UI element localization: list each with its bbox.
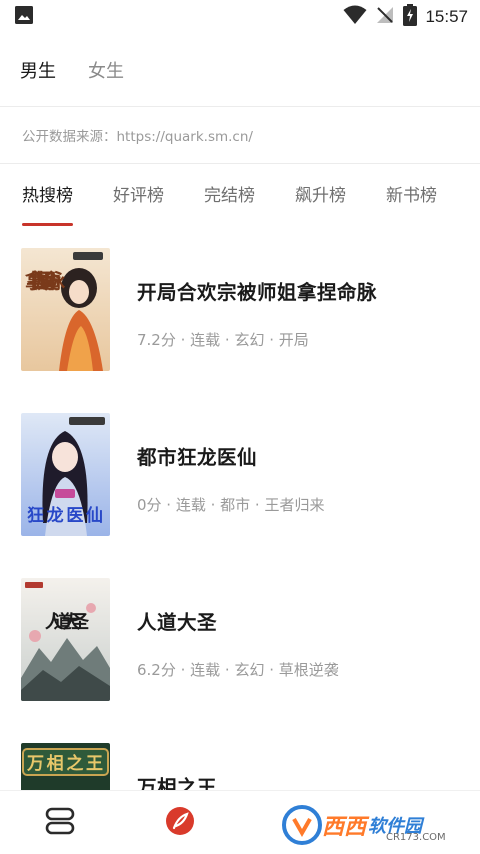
tab-hot-search[interactable]: 热搜榜 xyxy=(22,176,73,226)
book-title: 万相之王 xyxy=(137,776,218,790)
rank-tabs: 热搜榜 好评榜 完结榜 飙升榜 新书榜 xyxy=(0,176,480,226)
wifi-icon xyxy=(343,5,367,29)
tab-new-books[interactable]: 新书榜 xyxy=(386,176,437,220)
watermark-logo: 西西 软件园 CR173.COM xyxy=(282,802,462,848)
book-item[interactable]: 拿捏师姐命脉 开局合欢宗被师姐拿捏命脉 7.2分 · 连载 · 玄幻 · 开局 xyxy=(21,248,461,372)
book-title: 人道大圣 xyxy=(137,611,218,634)
battery-charging-icon xyxy=(403,4,418,30)
book-cover: 狂龙医仙 xyxy=(21,413,110,536)
status-time: 15:57 xyxy=(425,7,468,26)
status-bar: 15:57 xyxy=(0,0,480,34)
signal-off-icon xyxy=(375,5,395,29)
discover-button[interactable] xyxy=(162,805,198,841)
discover-feather-icon xyxy=(164,805,196,841)
book-cover: 人道大圣 xyxy=(21,578,110,701)
book-item[interactable]: 万相之王 万相之王 xyxy=(21,743,461,790)
svg-text:拿捏师姐命脉: 拿捏师姐命脉 xyxy=(24,269,66,293)
book-list: 拿捏师姐命脉 开局合欢宗被师姐拿捏命脉 7.2分 · 连载 · 玄幻 · 开局 … xyxy=(0,248,480,790)
book-title: 都市狂龙医仙 xyxy=(137,446,258,469)
tab-female[interactable]: 女生 xyxy=(88,57,124,83)
book-title: 开局合欢宗被师姐拿捏命脉 xyxy=(137,281,378,304)
bookshelf-button[interactable] xyxy=(42,805,78,841)
book-item[interactable]: 狂龙医仙 都市狂龙医仙 0分 · 连载 · 都市 · 王者归来 xyxy=(21,413,461,537)
book-meta: 7.2分 · 连载 · 玄幻 · 开局 xyxy=(137,331,309,349)
svg-text:人道大圣: 人道大圣 xyxy=(45,611,90,633)
image-icon xyxy=(14,5,34,29)
divider xyxy=(0,163,480,164)
tab-top-rated[interactable]: 好评榜 xyxy=(113,176,164,220)
watermark-subtext: CR173.COM xyxy=(386,832,446,843)
book-cover: 万相之王 xyxy=(21,743,110,790)
watermark-text: 西西 xyxy=(322,815,367,840)
book-cover: 拿捏师姐命脉 xyxy=(21,248,110,371)
status-icons: 15:57 xyxy=(343,4,468,30)
tab-rising[interactable]: 飙升榜 xyxy=(295,176,346,220)
book-item[interactable]: 人道大圣 人道大圣 6.2分 · 连载 · 玄幻 · 草根逆袭 xyxy=(21,578,461,702)
watermark-icon xyxy=(282,805,322,845)
tab-male[interactable]: 男生 xyxy=(20,57,56,83)
bookshelf-icon xyxy=(44,806,76,840)
gender-tabs: 男生 女生 xyxy=(0,46,480,94)
book-meta: 0分 · 连载 · 都市 · 王者归来 xyxy=(137,496,325,514)
data-source-text: 公开数据来源：https://quark.sm.cn/ xyxy=(22,129,253,145)
tab-completed[interactable]: 完结榜 xyxy=(204,176,255,220)
book-meta: 6.2分 · 连载 · 玄幻 · 草根逆袭 xyxy=(137,661,339,679)
divider xyxy=(0,106,480,107)
